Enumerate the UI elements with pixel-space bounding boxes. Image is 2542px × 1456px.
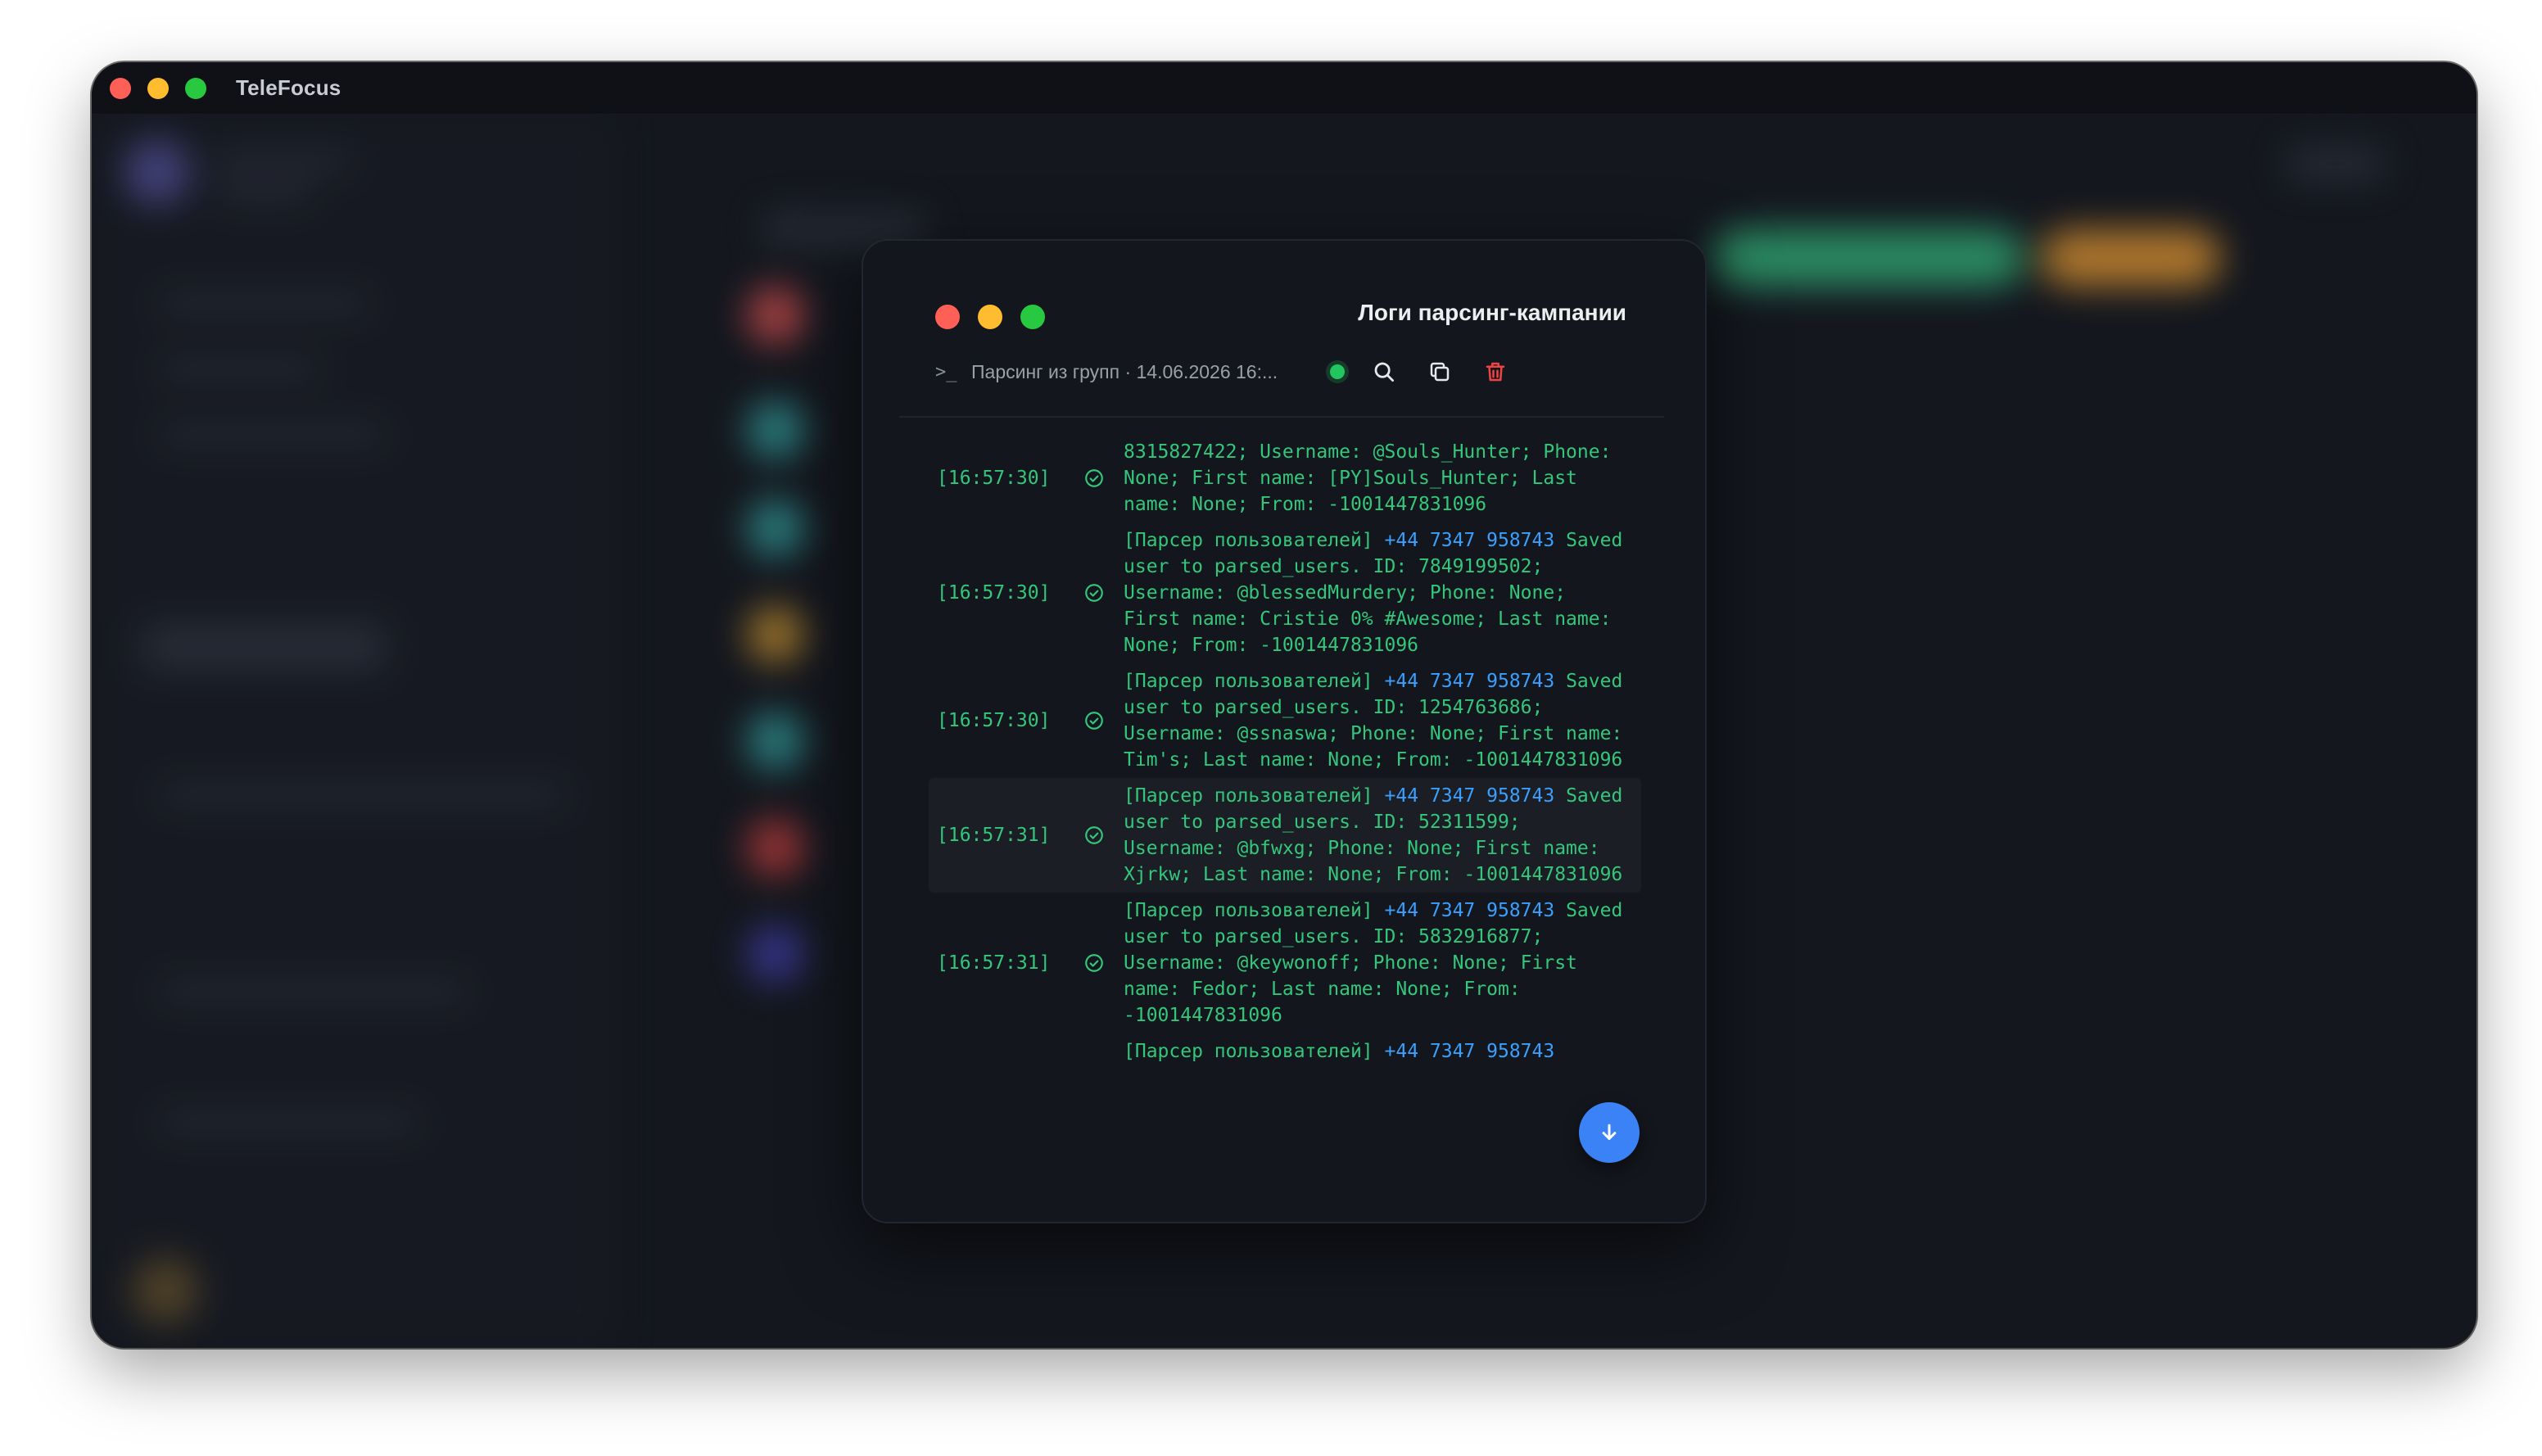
log-entry: [16:57:31] [Парсер пользователей] +44 73… [929,893,1641,1033]
window-controls [110,77,206,99]
blurred-dot [747,401,804,459]
blurred-line [157,983,468,1001]
success-check-icon [1073,952,1115,974]
log-entry: [Парсер пользователей] +44 7347 958743 [929,1033,1641,1069]
copy-button[interactable] [1423,355,1456,388]
arrow-down-icon [1602,1124,1617,1140]
blurred-line [157,786,567,804]
log-message: [Парсер пользователей] +44 7347 958743 S… [1115,663,1641,778]
log-account-phone: +44 7347 958743 [1384,671,1555,692]
blurred-user-avatar [133,1258,198,1323]
blurred-pill [2041,229,2221,287]
blurred-line [2286,147,2385,180]
zoom-window-button[interactable] [185,77,206,99]
success-check-icon [1073,582,1115,604]
modal-window-controls [935,305,1045,329]
log-message: 8315827422; Username: @Souls_Hunter; Pho… [1115,434,1641,522]
app-title: TeleFocus [236,75,341,100]
blurred-sidebar [92,115,616,1348]
blurred-line [157,426,387,444]
blurred-line [157,295,370,313]
blurred-line [141,622,387,671]
log-message: [Парсер пользователей] +44 7347 958743 S… [1115,893,1641,1033]
app-titlebar: TeleFocus [92,62,2476,115]
log-entry: [16:57:31] [Парсер пользователей] +44 73… [929,778,1641,893]
success-check-icon [1073,468,1115,489]
search-icon [1374,362,1394,382]
log-timestamp: [16:57:31] [937,825,1051,846]
log-timestamp: [16:57:30] [937,468,1051,489]
session-label: Парсинг из групп · 14.06.2026 16:... [971,360,1278,382]
modal-zoom-button[interactable] [1020,305,1045,329]
blurred-dot [747,287,804,344]
log-timestamp: [16:57:31] [937,952,1051,974]
status-indicator [1330,364,1345,379]
blurred-dot [747,500,804,557]
search-button[interactable] [1368,355,1400,388]
modal-minimize-button[interactable] [978,305,1002,329]
header-divider [899,416,1664,418]
log-account-phone: +44 7347 958743 [1384,1041,1555,1062]
campaign-logs-modal: Логи парсинг-кампании >_ Парсинг из груп… [862,239,1707,1223]
log-timestamp: [16:57:30] [937,582,1051,604]
minimize-window-button[interactable] [147,77,169,99]
blurred-pill [1713,229,2024,287]
scroll-to-bottom-button[interactable] [1579,1102,1640,1163]
blurred-line [215,184,313,202]
log-timestamp: [16:57:30] [937,710,1051,731]
session-info-row: >_ Парсинг из групп · 14.06.2026 16:... [935,355,1640,388]
log-account-phone: +44 7347 958743 [1384,530,1555,551]
terminal-icon: >_ [935,361,957,382]
log-source-prefix: [Парсер пользователей] [1124,1041,1385,1062]
clear-logs-button[interactable] [1479,355,1512,388]
log-entry: [16:57:30] [Парсер пользователей] +44 73… [929,522,1641,663]
log-entry: [16:57:30] [Парсер пользователей] +44 73… [929,663,1641,778]
blurred-dot [747,819,804,876]
blurred-dot [747,712,804,770]
success-check-icon [1073,710,1115,731]
blurred-line [157,360,321,378]
blurred-dot [747,925,804,983]
modal-header: Логи парсинг-кампании >_ Парсинг из груп… [863,241,1705,421]
log-entry: [16:57:30] 8315827422; Username: @Souls_… [929,434,1641,522]
close-window-button[interactable] [110,77,131,99]
log-message: [Парсер пользователей] +44 7347 958743 [1115,1033,1641,1069]
success-check-icon [1073,825,1115,846]
log-source-prefix: [Парсер пользователей] [1124,785,1385,807]
blurred-line [215,151,354,170]
blurred-dot [747,606,804,663]
log-message-text: 8315827422; Username: @Souls_Hunter; Pho… [1124,441,1612,515]
log-message: [Парсер пользователей] +44 7347 958743 S… [1115,778,1641,893]
log-message: [Парсер пользователей] +44 7347 958743 S… [1115,522,1641,663]
log-list[interactable]: [16:57:30] 8315827422; Username: @Souls_… [929,434,1641,1182]
blurred-avatar [124,139,190,205]
log-source-prefix: [Парсер пользователей] [1124,671,1385,692]
log-account-phone: +44 7347 958743 [1384,900,1555,921]
modal-close-button[interactable] [935,305,960,329]
log-source-prefix: [Парсер пользователей] [1124,530,1385,551]
log-account-phone: +44 7347 958743 [1384,785,1555,807]
blurred-line [157,1114,419,1132]
copy-icon [1430,362,1450,382]
modal-title: Логи парсинг-кампании [1358,300,1626,325]
log-source-prefix: [Парсер пользователей] [1124,900,1385,921]
trash-icon [1486,362,1505,382]
